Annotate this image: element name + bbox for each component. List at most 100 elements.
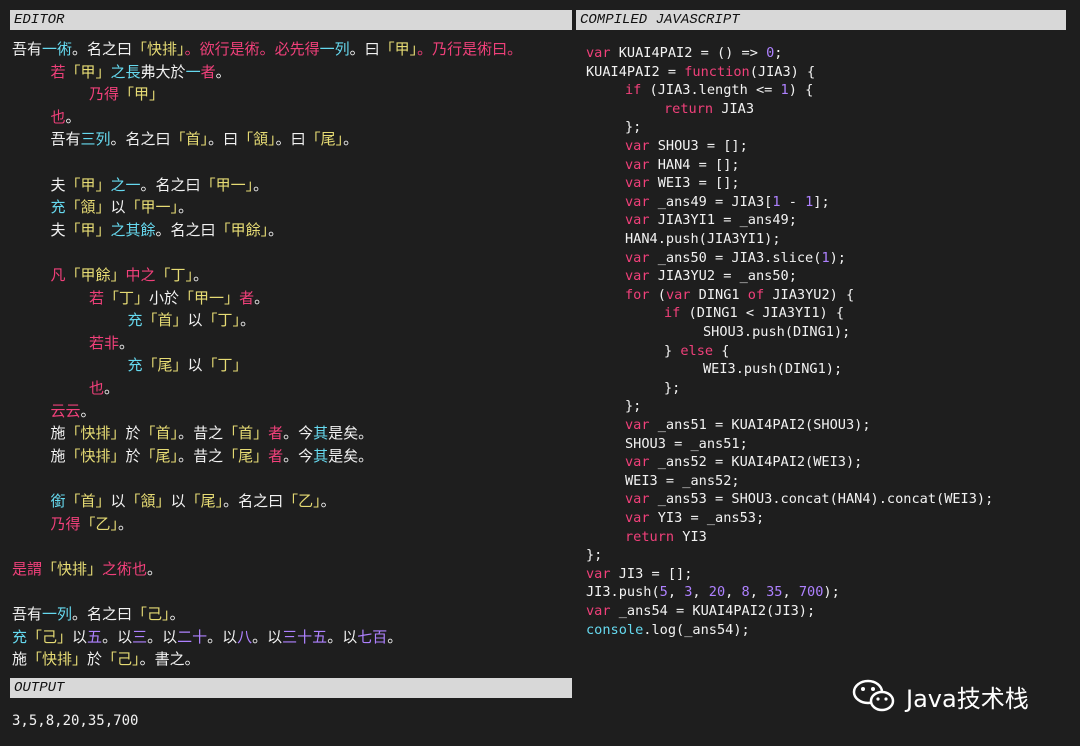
code-line: var JI3 = [];: [586, 565, 692, 584]
editor-token: 者: [268, 424, 284, 443]
editor-token: 八: [237, 627, 253, 646]
code-token: else: [680, 342, 714, 359]
editor-token: 。: [65, 107, 81, 126]
editor-token: 「頷」: [125, 492, 171, 510]
editor-token: 一列: [42, 605, 73, 623]
code-token: HAN4 = [];: [649, 156, 740, 173]
editor-token: 。以: [102, 627, 133, 646]
editor-token: 施: [12, 650, 28, 669]
code-line: var SHOU3 = [];: [625, 137, 748, 156]
editor-token: 。: [343, 130, 359, 149]
editor-line: 乃得「甲」: [89, 83, 164, 105]
editor-token: 「快排」: [65, 424, 126, 443]
editor-token: 充: [12, 627, 28, 646]
editor-token: 之術也: [102, 559, 148, 578]
code-token: ,: [725, 584, 742, 601]
code-token: _ans49 = JIA3[: [649, 193, 773, 210]
editor-token: 。: [387, 627, 403, 646]
editor-token: 「甲」: [65, 175, 111, 194]
editor-token: 。: [358, 446, 374, 465]
output-header: OUTPUT: [10, 678, 572, 698]
editor-line: 乃得「乙」。: [51, 513, 134, 535]
editor-token: 夫: [50, 220, 66, 239]
editor-token: 以: [187, 356, 203, 375]
editor-token: 。以: [207, 627, 238, 646]
code-token: return: [664, 100, 714, 117]
editor-line: 也。: [51, 106, 81, 128]
editor-line: 施「快排」於「己」。書之。: [12, 648, 200, 670]
code-token: SHOU3.push(DING1);: [703, 324, 851, 340]
editor-token: 。以: [147, 627, 178, 646]
code-line: var JIA3YI1 = _ans49;: [625, 211, 797, 230]
editor-token: 。今: [283, 424, 314, 443]
editor-token: 之一: [110, 175, 141, 194]
editor-line: 是謂「快排」之術也。: [12, 558, 162, 580]
code-token: var: [665, 286, 691, 303]
code-line: var HAN4 = [];: [625, 156, 740, 175]
code-token: JIA3: [713, 100, 755, 117]
code-token: WEI3 = [];: [649, 175, 740, 192]
editor-token: 是謂: [12, 559, 43, 578]
editor-token: 。: [193, 266, 209, 284]
editor-token: 充: [127, 311, 143, 330]
code-line: } else {: [664, 342, 730, 361]
editor-token: 「快排」: [42, 559, 103, 578]
code-token: var: [625, 249, 650, 266]
editor-panel[interactable]: 吾有一術。名之曰「快排」。欲行是術。必先得一列。曰「甲」。乃行是術曰。 若「甲」之…: [12, 38, 572, 668]
code-line: var _ans51 = KUAI4PAI2(SHOU3);: [625, 416, 871, 435]
editor-token: 若: [89, 288, 105, 307]
editor-token: 。書之: [139, 650, 185, 669]
code-token: (DING1 < JIA3YI1) {: [680, 305, 845, 322]
editor-token: 。今: [283, 446, 314, 465]
editor-token: 乃得: [50, 514, 81, 533]
editor-token: 。: [240, 311, 256, 330]
code-token: 20: [708, 584, 726, 601]
code-line: };: [625, 397, 641, 416]
code-token: var: [625, 175, 650, 192]
editor-token: 。: [268, 220, 284, 239]
editor-token: 。曰: [208, 130, 239, 149]
editor-token: 「丁」: [104, 288, 150, 307]
code-token: function: [684, 63, 750, 80]
editor-token: 。: [215, 62, 231, 81]
code-line: SHOU3.push(DING1);: [703, 323, 850, 342]
code-line: var KUAI4PAI2 = () => 0;: [586, 44, 782, 63]
code-token: KUAI4PAI2 = () =>: [610, 45, 767, 61]
editor-token: 以: [110, 492, 126, 510]
code-token: JIA3YI1 = _ans49;: [649, 212, 797, 229]
compiled-javascript-header: COMPILED JAVASCRIPT: [576, 10, 1066, 30]
code-line: if (JIA3.length <= 1) {: [625, 81, 813, 100]
editor-line: 施「快排」於「尾」。昔之「尾」者。今其是矣。: [51, 445, 374, 467]
editor-token: 充: [50, 198, 66, 217]
code-line: };: [664, 379, 680, 398]
editor-token: 其: [313, 446, 329, 465]
code-token: 700: [798, 584, 824, 601]
editor-token: 以: [170, 492, 186, 510]
code-token: SHOU3 = _ans51;: [625, 435, 748, 452]
editor-token: 吾有: [12, 605, 43, 623]
watermark: Java技术栈: [852, 676, 1052, 716]
editor-token: 若: [50, 62, 66, 81]
editor-token: 一術: [42, 40, 73, 58]
code-token: ;: [774, 45, 783, 61]
editor-line: 吾有一列。名之曰「己」。: [12, 603, 185, 625]
editor-token: 「首」: [223, 424, 269, 443]
compiled-javascript-panel: var KUAI4PAI2 = () => 0; KUAI4PAI2 = func…: [586, 44, 1066, 656]
editor-token: 三十五: [282, 627, 328, 646]
code-line: var _ans53 = SHOU3.concat(HAN4).concat(W…: [625, 490, 993, 509]
code-token: _ans54 = KUAI4PAI2(JI3);: [610, 603, 816, 619]
code-token: WEI3.push(DING1);: [703, 361, 843, 378]
code-token: _ans53 = SHOU3.concat(HAN4).concat(WEI3)…: [649, 491, 994, 508]
code-line: console.log(_ans54);: [586, 621, 750, 640]
editor-token: 「甲」: [65, 220, 111, 239]
editor-token: 中之: [125, 266, 156, 284]
editor-token: 「甲餘」: [65, 266, 126, 284]
code-token: var: [625, 138, 650, 154]
editor-token: 。昔之: [178, 424, 224, 443]
code-token: _ans50 = JIA3.slice(: [649, 249, 822, 266]
code-line: SHOU3 = _ans51;: [625, 435, 748, 454]
editor-token: 「尾」: [185, 492, 224, 510]
editor-token: 。: [184, 650, 200, 669]
editor-line: 銜「首」以「頷」以「尾」。名之曰「乙」。: [51, 490, 336, 512]
editor-token: 。: [147, 559, 163, 578]
